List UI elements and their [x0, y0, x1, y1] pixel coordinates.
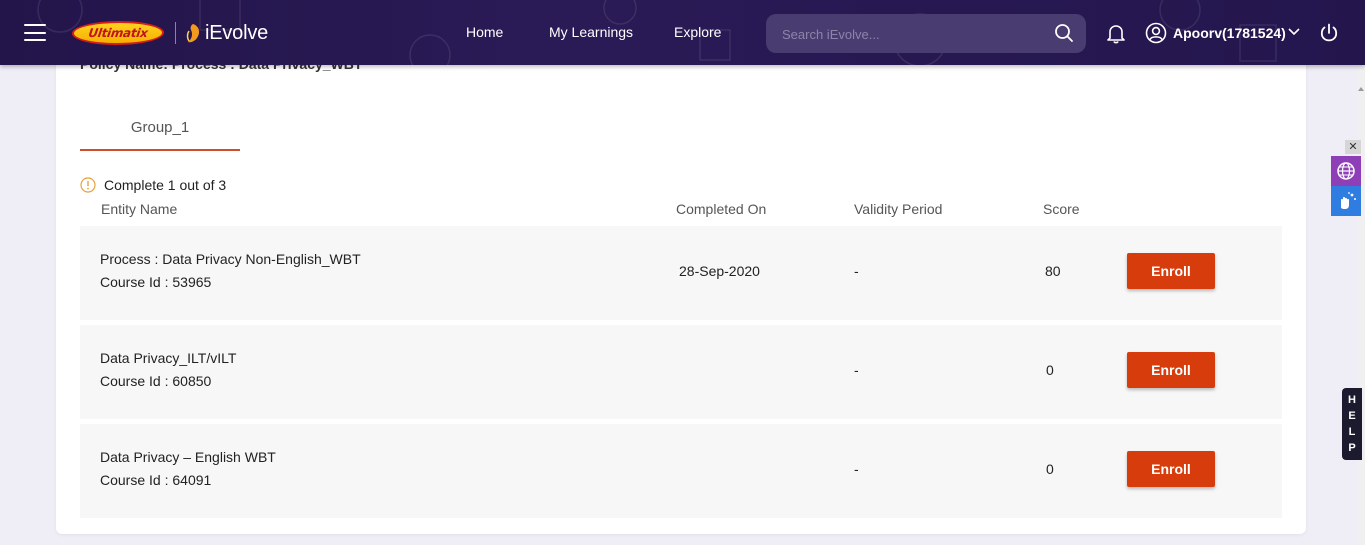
- user-name[interactable]: Apoorv(1781524): [1173, 25, 1286, 41]
- course-id: Course Id : 53965: [100, 274, 212, 290]
- accessibility-widget[interactable]: [1331, 156, 1361, 186]
- ievolve-logo-text: iEvolve: [205, 21, 269, 44]
- assist-widget[interactable]: [1331, 186, 1361, 216]
- column-validity-period: Validity Period: [854, 201, 943, 217]
- column-entity-name: Entity Name: [101, 201, 178, 217]
- enroll-button[interactable]: Enroll: [1127, 253, 1215, 289]
- search-icon[interactable]: [1054, 23, 1074, 43]
- validity-period: -: [854, 362, 859, 378]
- validity-period: -: [854, 263, 859, 279]
- ievolve-mark-icon: [186, 24, 200, 43]
- widget-close-icon[interactable]: ✕: [1345, 140, 1361, 154]
- tab-label: Group_1: [130, 119, 190, 136]
- column-completed-on: Completed On: [676, 201, 767, 217]
- search-bar: [766, 14, 1086, 53]
- chevron-down-icon[interactable]: [1287, 27, 1301, 37]
- entity-name: Process : Data Privacy Non-English_WBT: [100, 251, 361, 267]
- enroll-button[interactable]: Enroll: [1127, 352, 1215, 388]
- help-tab[interactable]: H E L P: [1342, 388, 1362, 460]
- nav-explore[interactable]: Explore: [674, 24, 721, 40]
- hand-sparkle-icon: [1341, 192, 1356, 209]
- entity-name: Data Privacy – English WBT: [100, 449, 276, 465]
- globe-icon: [1337, 162, 1355, 180]
- top-navigation-bar: Ultimatix iEvolve Home My Learnings Expl…: [0, 0, 1365, 65]
- table-row: Data Privacy – English WBT Course Id : 6…: [80, 424, 1282, 518]
- score: 0: [1046, 461, 1054, 477]
- nav-home[interactable]: Home: [466, 24, 503, 40]
- enroll-button[interactable]: Enroll: [1127, 451, 1215, 487]
- entity-name: Data Privacy_ILT/vILT: [100, 350, 237, 366]
- help-letter: E: [1348, 410, 1356, 422]
- user-icon[interactable]: [1145, 22, 1167, 44]
- completed-on: 28-Sep-2020: [679, 263, 760, 279]
- column-score: Score: [1043, 201, 1080, 217]
- help-letter: L: [1348, 426, 1356, 438]
- warning-icon: [80, 177, 96, 193]
- validity-period: -: [854, 461, 859, 477]
- completion-status: Complete 1 out of 3: [80, 177, 226, 193]
- search-input[interactable]: [782, 24, 1042, 44]
- score: 0: [1046, 362, 1054, 378]
- ultimatix-logo-text: Ultimatix: [87, 26, 149, 40]
- hamburger-icon[interactable]: [24, 24, 46, 41]
- course-id: Course Id : 64091: [100, 472, 212, 488]
- table-row: Process : Data Privacy Non-English_WBT C…: [80, 226, 1282, 320]
- logo-divider: [175, 22, 176, 44]
- completion-text: Complete 1 out of 3: [104, 177, 227, 193]
- help-letter: P: [1348, 442, 1356, 454]
- help-letter: H: [1348, 394, 1356, 406]
- table-row: Data Privacy_ILT/vILT Course Id : 60850 …: [80, 325, 1282, 419]
- bell-icon[interactable]: [1105, 22, 1127, 44]
- course-id: Course Id : 60850: [100, 373, 212, 389]
- scroll-up-arrow-icon[interactable]: [1358, 86, 1364, 92]
- score: 80: [1045, 263, 1061, 279]
- ievolve-logo[interactable]: iEvolve: [183, 19, 268, 47]
- scrollbar[interactable]: [1357, 65, 1365, 545]
- tab-group-1[interactable]: Group_1: [80, 110, 240, 151]
- nav-my-learnings[interactable]: My Learnings: [549, 24, 633, 40]
- power-icon[interactable]: [1318, 22, 1340, 44]
